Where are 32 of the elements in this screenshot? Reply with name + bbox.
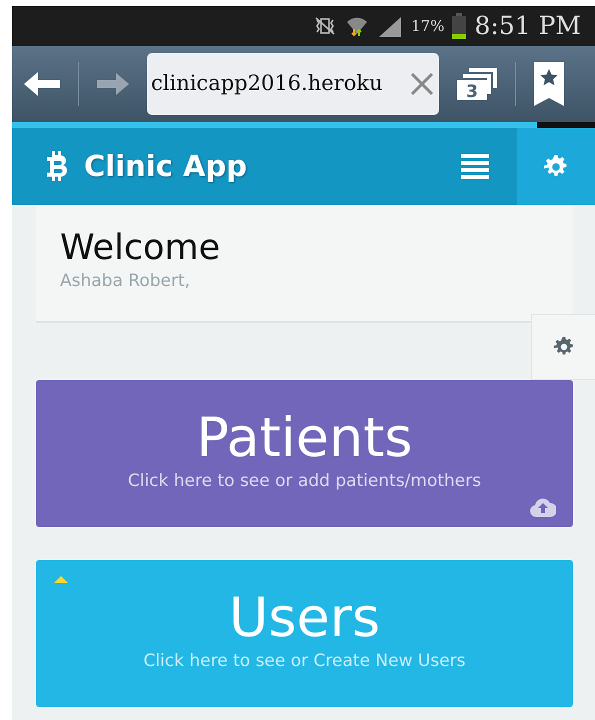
vibrate-icon [313, 16, 338, 36]
app-title: Clinic App [84, 148, 247, 185]
tile-button[interactable]: Patients Click here to see or add patients/mothers [36, 380, 573, 526]
settings-icon [552, 336, 574, 358]
back-button[interactable] [22, 69, 62, 99]
battery-percent: 17% [411, 16, 444, 37]
bitcoin-logo-icon [46, 150, 68, 182]
tile-title: Users [228, 591, 380, 646]
user-name: Ashaba Robert, [60, 270, 192, 293]
signal-icon [377, 15, 404, 37]
tile-description: Click here to see or add patients/mothers [128, 470, 482, 494]
menu-button[interactable] [461, 154, 489, 180]
settings-button[interactable] [517, 128, 595, 205]
cloud-upload-icon [530, 496, 556, 516]
clock: 8:51 PM [474, 10, 581, 42]
back-arrow-icon [22, 69, 62, 99]
side-settings-button[interactable] [531, 314, 595, 380]
forward-arrow-icon [95, 70, 131, 98]
caret-up-icon [54, 576, 68, 582]
menu-icon [461, 154, 489, 180]
forward-button[interactable] [95, 70, 131, 98]
tabs-icon [455, 66, 499, 102]
bookmark-star-icon [532, 60, 566, 108]
battery-icon [452, 13, 466, 39]
tile-description: Click here to see or Create New Users [143, 650, 466, 674]
welcome-title: Welcome [60, 227, 222, 269]
url-field[interactable]: clinicapp2016.heroku [147, 53, 439, 115]
clear-icon[interactable] [409, 71, 435, 97]
bookmark-button[interactable] [532, 60, 566, 108]
tab-count: 3 [465, 81, 479, 104]
tile-title: Patients [196, 411, 413, 466]
tabs-button[interactable]: 3 [455, 66, 499, 102]
